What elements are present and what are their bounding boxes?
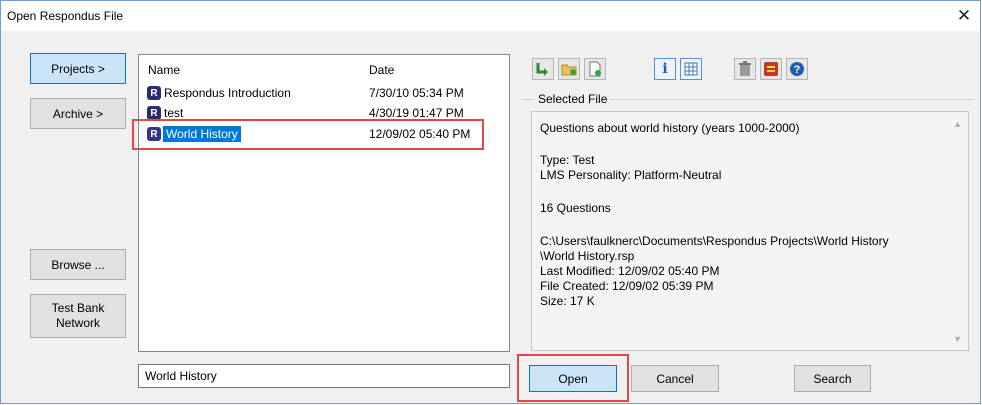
trash-icon[interactable] — [734, 58, 756, 80]
archive-button[interactable]: Archive > — [30, 98, 126, 129]
close-icon[interactable]: ✕ — [954, 6, 974, 26]
last-modified: Last Modified: 12/09/02 05:40 PM — [540, 264, 720, 278]
file-list[interactable]: Name Date R Respondus Introduction 7/30/… — [138, 54, 510, 352]
test-bank-label-line1: Test Bank — [51, 301, 105, 315]
file-date: 4/30/19 01:47 PM — [369, 106, 464, 120]
respondus-file-icon: R — [147, 86, 161, 100]
open-respondus-file-dialog: Open Respondus File ✕ Projects > Archive… — [0, 0, 981, 404]
info-icon[interactable]: i — [654, 58, 676, 80]
scroll-up-icon[interactable]: ▲ — [953, 119, 962, 129]
test-bank-network-button[interactable]: Test Bank Network — [30, 294, 126, 338]
list-item[interactable]: R Respondus Introduction 7/30/10 05:34 P… — [139, 85, 509, 101]
grid-view-icon[interactable] — [680, 58, 702, 80]
highlight-box — [132, 119, 484, 150]
search-button[interactable]: Search — [794, 365, 871, 392]
file-created: File Created: 12/09/02 05:39 PM — [540, 279, 714, 293]
highlight-box — [517, 354, 629, 402]
new-folder-icon[interactable] — [558, 58, 580, 80]
respondus-file-icon: R — [147, 106, 161, 120]
svg-text:?: ? — [794, 64, 801, 76]
file-name: test — [164, 106, 184, 120]
file-size: Size: 17 K — [540, 294, 595, 308]
window-title: Open Respondus File — [7, 9, 124, 23]
file-lms: LMS Personality: Platform-Neutral — [540, 168, 722, 182]
file-description: Questions about world history (years 100… — [540, 121, 800, 135]
browse-button[interactable]: Browse ... — [30, 249, 126, 280]
archive-box-icon[interactable] — [760, 58, 782, 80]
column-header-date[interactable]: Date — [369, 63, 394, 77]
import-icon[interactable] — [532, 58, 554, 80]
file-name-input[interactable] — [138, 364, 510, 388]
cancel-button[interactable]: Cancel — [631, 365, 719, 392]
file-date: 7/30/10 05:34 PM — [369, 86, 464, 100]
selected-file-label: Selected File — [535, 92, 611, 106]
test-bank-label-line2: Network — [55, 316, 100, 330]
file-name: Respondus Introduction — [164, 86, 291, 100]
question-count: 16 Questions — [540, 201, 611, 215]
column-header-name[interactable]: Name — [148, 63, 180, 77]
projects-button[interactable]: Projects > — [30, 53, 126, 84]
file-path-line2: \World History.rsp — [540, 249, 635, 263]
file-type: Type: Test — [540, 153, 595, 167]
help-icon[interactable]: ? — [786, 58, 808, 80]
new-file-icon[interactable] — [584, 58, 606, 80]
file-path-line1: C:\Users\faulknerc\Documents\Respondus P… — [540, 234, 889, 248]
scroll-down-icon[interactable]: ▼ — [953, 334, 962, 344]
title-bar: Open Respondus File ✕ — [1, 1, 980, 31]
file-info-text[interactable]: Questions about world history (years 100… — [531, 111, 969, 351]
